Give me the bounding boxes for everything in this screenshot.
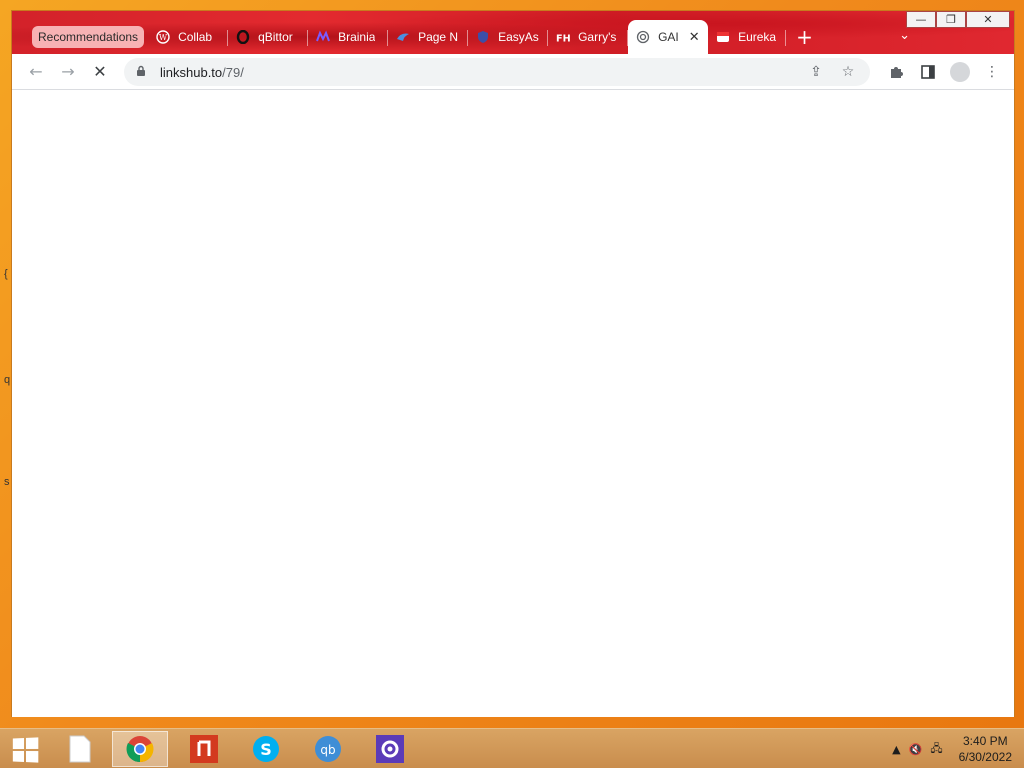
desktop-edge-glyph: {	[4, 268, 8, 280]
address-bar[interactable]: linkshub.to/79/ ⇪ ☆	[124, 58, 870, 86]
url-path: /79/	[222, 64, 244, 80]
close-tab-icon[interactable]: ✕	[689, 30, 700, 45]
profile-avatar[interactable]	[950, 62, 970, 82]
close-window-button[interactable]: ✕	[966, 11, 1010, 28]
tab-label: qBittor	[258, 30, 293, 44]
forward-button[interactable]: →	[52, 58, 84, 86]
side-panel-icon[interactable]	[912, 58, 944, 86]
url-host: linkshub.to	[160, 64, 223, 80]
title-bar: — ❐ ✕ Recommendations W Collab qBittor B…	[12, 11, 1014, 54]
restore-button[interactable]: ❐	[936, 11, 966, 28]
stop-loading-button[interactable]: ✕	[84, 58, 116, 86]
lock-icon	[136, 65, 150, 80]
tab-label: Page N	[418, 30, 459, 44]
tab-eureka[interactable]: Eureka	[708, 20, 787, 54]
file-explorer-icon[interactable]	[52, 731, 108, 767]
foxit-reader-icon[interactable]	[176, 731, 232, 767]
bird-icon	[396, 30, 410, 44]
window-controls: — ❐ ✕	[906, 11, 1010, 28]
tab-label: EasyAs	[498, 30, 539, 44]
svg-text:FH: FH	[556, 33, 570, 44]
tab-collab[interactable]: W Collab	[148, 20, 229, 54]
spiral-icon	[636, 30, 650, 44]
taskbar: S qb ▲ 🔇 🖧 3:40 PM 6/30/2022	[0, 728, 1024, 768]
recommendations-tab-group[interactable]: Recommendations	[32, 26, 145, 48]
tab-easyas[interactable]: EasyAs	[468, 20, 549, 54]
back-button[interactable]: ←	[20, 58, 52, 86]
desktop-edge-glyph: q	[4, 374, 11, 386]
settings-icon[interactable]	[362, 731, 418, 767]
svg-text:W: W	[159, 33, 168, 42]
skype-icon[interactable]: S	[238, 731, 294, 767]
desktop-edge-glyph: s	[4, 476, 10, 488]
tab-strip: Recommendations W Collab qBittor Brainia	[32, 20, 823, 54]
network-icon[interactable]: 🖧	[930, 740, 942, 759]
chrome-icon[interactable]	[112, 731, 168, 767]
eureka-icon	[716, 30, 730, 44]
wordpress-icon: W	[156, 30, 170, 44]
tab-gai[interactable]: GAI ✕	[628, 20, 709, 54]
tab-garrys[interactable]: FH Garry's	[548, 20, 629, 54]
tab-label: Brainia	[338, 30, 376, 44]
tab-label: Collab	[178, 30, 213, 44]
svg-text:S: S	[260, 740, 272, 759]
svg-text:qb: qb	[320, 743, 335, 757]
browser-window: — ❐ ✕ Recommendations W Collab qBittor B…	[11, 10, 1015, 717]
tab-label: GAI	[658, 30, 679, 44]
volume-muted-icon[interactable]: 🔇	[909, 743, 923, 756]
clock-date: 6/30/2022	[958, 750, 1012, 764]
clock-time: 3:40 PM	[962, 734, 1008, 748]
browser-toolbar: ← → ✕ linkshub.to/79/ ⇪ ☆ ⋮	[12, 54, 1014, 90]
fh-icon: FH	[556, 30, 570, 44]
tab-search-icon[interactable]: ⌄	[899, 28, 910, 43]
new-tab-button[interactable]: +	[786, 20, 823, 54]
system-tray: ▲ 🔇 🖧 3:40 PM 6/30/2022	[892, 729, 1012, 768]
tab-label: Eureka	[738, 30, 777, 44]
brainia-icon	[316, 30, 330, 44]
clock[interactable]: 3:40 PM 6/30/2022	[959, 733, 1012, 765]
opera-icon	[236, 30, 250, 44]
tab-brainia[interactable]: Brainia	[308, 20, 389, 54]
show-hidden-icons-icon[interactable]: ▲	[892, 743, 900, 756]
bookmark-star-icon[interactable]: ☆	[832, 64, 864, 80]
qbittorrent-icon[interactable]: qb	[300, 731, 356, 767]
tab-qbittorrent[interactable]: qBittor	[228, 20, 309, 54]
menu-kebab-icon[interactable]: ⋮	[976, 58, 1008, 86]
share-icon[interactable]: ⇪	[800, 64, 832, 80]
extensions-puzzle-icon[interactable]	[880, 58, 912, 86]
shield-icon	[476, 30, 490, 44]
minimize-button[interactable]: —	[906, 11, 936, 28]
tab-page-n[interactable]: Page N	[388, 20, 469, 54]
page-content	[12, 91, 1014, 717]
tab-label: Garry's	[578, 30, 617, 44]
start-windows-icon[interactable]	[12, 737, 39, 763]
